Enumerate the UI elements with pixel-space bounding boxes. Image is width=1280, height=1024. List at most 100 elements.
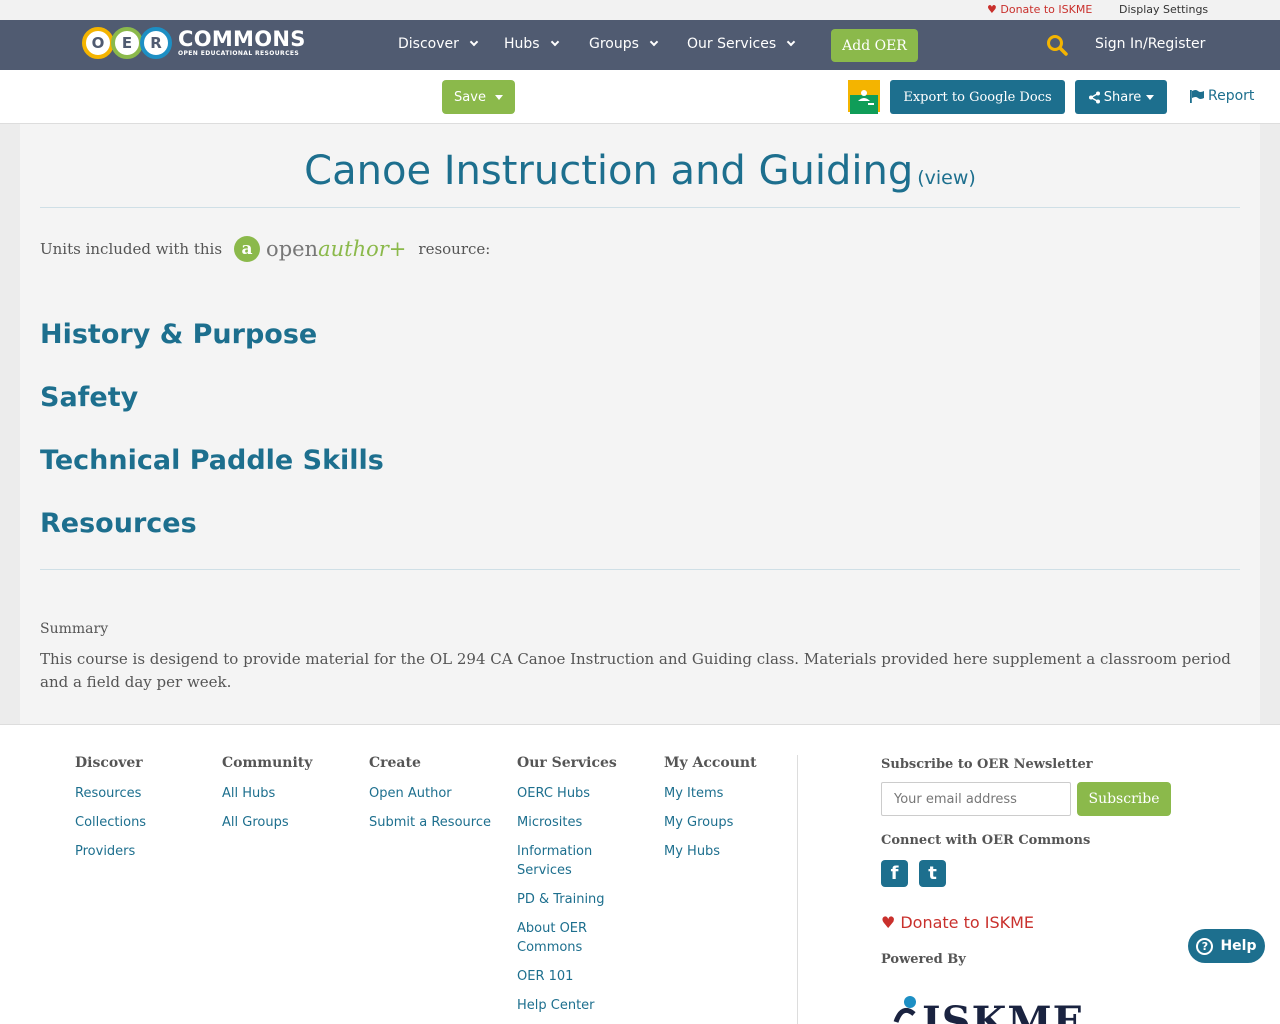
main-navbar: O E R COMMONS OPEN EDUCATIONAL RESOURCES… — [0, 20, 1280, 70]
nav-discover[interactable]: Discover — [398, 36, 479, 52]
report-link[interactable]: Report — [1190, 88, 1254, 104]
caret-down-icon — [1146, 94, 1155, 100]
chevron-down-icon — [786, 37, 796, 47]
footer-link-my-items[interactable]: My Items — [664, 784, 774, 803]
section-history-purpose[interactable]: History & Purpose — [40, 319, 317, 350]
report-label: Report — [1208, 88, 1255, 104]
divider — [40, 207, 1240, 208]
chevron-down-icon — [550, 37, 559, 47]
oer-commons-logo[interactable]: O E R COMMONS OPEN EDUCATIONAL RESOURCES — [82, 25, 306, 61]
footer-link-resources[interactable]: Resources — [75, 784, 185, 803]
save-label: Save — [454, 89, 486, 105]
page-title: Canoe Instruction and Guiding — [304, 148, 914, 194]
help-label: Help — [1220, 938, 1257, 954]
google-classroom-board — [850, 90, 878, 114]
footer-col-create: Create Open Author Submit a Resource — [369, 755, 499, 842]
donate-label: Donate to ISKME — [900, 913, 1035, 932]
display-settings-link[interactable]: Display Settings — [1119, 3, 1208, 16]
footer-link-all-hubs[interactable]: All Hubs — [222, 784, 332, 803]
heart-icon: ♥ — [881, 913, 896, 932]
site-footer: Discover Resources Collections Providers… — [0, 724, 1280, 1024]
share-icon — [1088, 91, 1100, 103]
main-content-area: Canoe Instruction and Guiding (view) Unit… — [0, 124, 1280, 724]
footer-heading: Our Services — [517, 755, 617, 771]
powered-by-label: Powered By — [881, 952, 966, 967]
footer-link-submit-resource[interactable]: Submit a Resource — [369, 813, 499, 832]
footer-col-our-services: Our Services OERC Hubs Microsites Inform… — [517, 755, 627, 1024]
help-icon: ? — [1196, 937, 1214, 955]
logo-text: COMMONS OPEN EDUCATIONAL RESOURCES — [178, 29, 306, 57]
summary-label: Summary — [40, 621, 109, 637]
donate-link-top[interactable]: ♥ Donate to ISKME — [987, 3, 1092, 16]
open-author-logo-author: author — [318, 237, 389, 261]
footer-link-my-hubs[interactable]: My Hubs — [664, 842, 774, 861]
footer-link-information-services[interactable]: Information Services — [517, 842, 627, 880]
utility-bar: ♥ Donate to ISKME Display Settings — [0, 0, 1280, 20]
open-author-logo-open: open — [266, 237, 319, 261]
footer-link-all-groups[interactable]: All Groups — [222, 813, 332, 832]
footer-link-providers[interactable]: Providers — [75, 842, 185, 861]
nav-our-services-label: Our Services — [687, 36, 777, 52]
open-author-logo-text: openauthor+ — [266, 237, 406, 261]
heart-icon: ♥ — [987, 3, 997, 16]
newsletter-heading: Subscribe to OER Newsletter — [881, 757, 1093, 772]
footer-heading: My Account — [664, 755, 757, 771]
google-classroom-icon[interactable] — [848, 80, 880, 114]
resource-toolbar: Save Export to Google Docs Share Report — [0, 70, 1280, 124]
nav-hubs[interactable]: Hubs — [504, 36, 559, 52]
iskme-logo[interactable]: ISKME — [886, 990, 1086, 1024]
footer-link-collections[interactable]: Collections — [75, 813, 185, 832]
help-button[interactable]: ? Help — [1188, 929, 1265, 963]
connect-heading: Connect with OER Commons — [881, 833, 1091, 848]
footer-heading: Discover — [75, 755, 143, 771]
footer-link-open-author[interactable]: Open Author — [369, 784, 479, 803]
units-included-line: Units included with this a openauthor+ r… — [40, 234, 490, 264]
open-author-logo-a: a — [234, 236, 261, 262]
add-oer-button[interactable]: Add OER — [831, 29, 918, 62]
summary-text: This course is desigend to provide mater… — [40, 650, 1231, 691]
nav-our-services[interactable]: Our Services — [687, 36, 796, 52]
view-link[interactable]: (view) — [917, 167, 976, 189]
export-google-docs-button[interactable]: Export to Google Docs — [890, 80, 1065, 114]
units-suffix: resource: — [418, 240, 491, 258]
open-author-logo: a openauthor+ — [234, 234, 406, 264]
facebook-icon[interactable]: f — [881, 860, 908, 887]
twitter-icon[interactable]: t — [919, 860, 946, 887]
donate-label: Donate to ISKME — [1000, 3, 1093, 16]
footer-link-my-groups[interactable]: My Groups — [664, 813, 774, 832]
units-prefix: Units included with this — [40, 240, 223, 258]
footer-link-pd-training[interactable]: PD & Training — [517, 890, 627, 909]
logo-title: COMMONS — [178, 27, 306, 51]
footer-heading: Create — [369, 755, 421, 771]
footer-col-discover: Discover Resources Collections Providers — [75, 755, 185, 871]
footer-link-oerc-hubs[interactable]: OERC Hubs — [517, 784, 627, 803]
footer-heading: Community — [222, 755, 313, 771]
logo-subtitle: OPEN EDUCATIONAL RESOURCES — [178, 50, 300, 57]
footer-link-oer-101[interactable]: OER 101 — [517, 967, 627, 986]
section-safety[interactable]: Safety — [40, 382, 138, 413]
share-label: Share — [1103, 89, 1142, 105]
footer-link-about-oer-commons[interactable]: About OER Commons — [517, 919, 627, 957]
caret-down-icon — [494, 94, 503, 100]
share-button[interactable]: Share — [1075, 80, 1167, 114]
save-button[interactable]: Save — [442, 80, 515, 114]
open-author-logo-plus: + — [388, 237, 407, 261]
section-resources[interactable]: Resources — [40, 508, 197, 539]
footer-divider — [797, 755, 798, 1024]
sign-in-register-link[interactable]: Sign In/Register — [1095, 36, 1205, 52]
divider — [40, 569, 1240, 570]
section-technical-paddle-skills[interactable]: Technical Paddle Skills — [40, 445, 384, 476]
nav-discover-label: Discover — [398, 36, 459, 52]
subscribe-button[interactable]: Subscribe — [1077, 782, 1171, 816]
newsletter-email-input[interactable] — [881, 782, 1071, 816]
footer-link-microsites[interactable]: Microsites — [517, 813, 627, 832]
logo-letter-r: R — [140, 27, 172, 59]
flag-icon — [1190, 89, 1204, 103]
donate-link-footer[interactable]: ♥ Donate to ISKME — [881, 913, 1034, 932]
search-icon[interactable] — [1046, 34, 1068, 56]
nav-groups[interactable]: Groups — [589, 36, 659, 52]
resource-panel: Canoe Instruction and Guiding (view) Unit… — [20, 124, 1260, 724]
title-wrap: Canoe Instruction and Guiding (view) — [40, 148, 1240, 194]
footer-link-help-center[interactable]: Help Center — [517, 996, 627, 1015]
nav-hubs-label: Hubs — [504, 36, 540, 52]
